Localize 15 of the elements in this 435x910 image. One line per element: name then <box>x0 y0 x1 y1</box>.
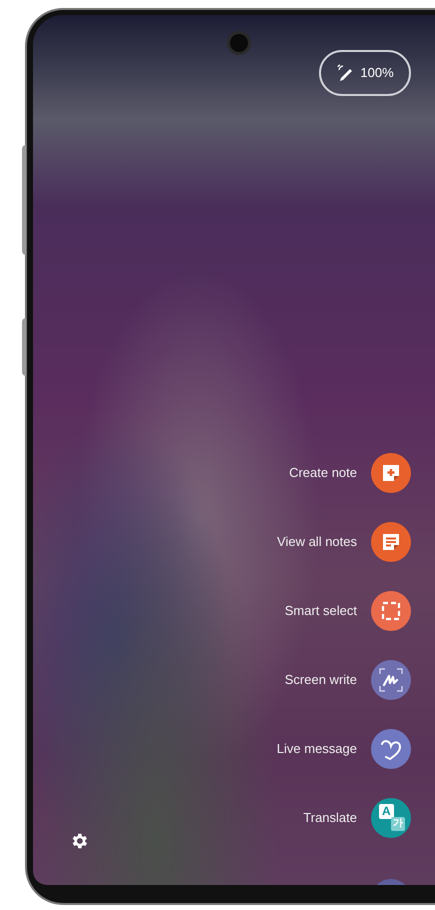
dashed-square-icon[interactable] <box>371 591 411 631</box>
menu-label[interactable]: View all notes <box>277 532 357 552</box>
korean-glyph: 가 <box>391 817 405 831</box>
note-plus-icon[interactable] <box>371 453 411 493</box>
camera-icon <box>227 31 251 55</box>
handwriting-icon[interactable] <box>371 660 411 700</box>
menu-label[interactable]: Screen write <box>284 670 357 690</box>
latin-glyph: A <box>379 804 394 819</box>
notes-list-icon[interactable] <box>371 522 411 562</box>
translate-icon[interactable]: A 가 <box>371 798 411 838</box>
menu-label[interactable]: Live message <box>276 739 357 759</box>
menu-label[interactable]: Smart select <box>284 601 357 621</box>
menu-label[interactable]: Create note <box>289 463 357 483</box>
battery-level: 100% <box>360 64 394 82</box>
menu-label[interactable]: Translate <box>303 808 357 828</box>
